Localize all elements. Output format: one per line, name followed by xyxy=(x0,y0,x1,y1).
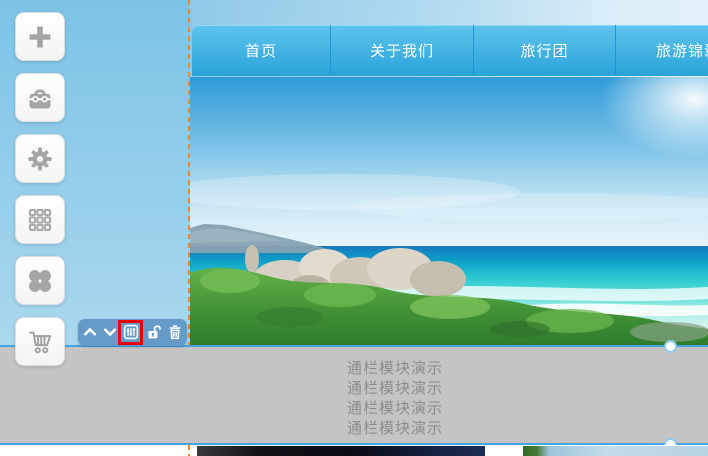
module-toolbar xyxy=(78,319,187,346)
nav-tab-tips[interactable]: 旅游锦囊 xyxy=(616,25,708,76)
content-image-dark[interactable] xyxy=(197,446,485,456)
move-down-button chevron-down-icon[interactable] xyxy=(101,323,119,341)
banner-demo-line: 通栏模块演示 xyxy=(190,359,600,379)
hero-banner-image[interactable] xyxy=(190,77,708,346)
fullwidth-banner-module[interactable]: 通栏模块演示 通栏模块演示 通栏模块演示 通栏模块演示 xyxy=(0,347,708,443)
shop-button[interactable] xyxy=(15,317,65,366)
grid-icon xyxy=(26,206,54,234)
page-boundary-guide xyxy=(188,445,190,456)
nav-tab-about[interactable]: 关于我们 xyxy=(331,25,474,76)
site-builder-editor: { "editor": { "sidebar_buttons": [ {"id"… xyxy=(0,0,708,456)
nav-tab-tours[interactable]: 旅行团 xyxy=(474,25,616,76)
cart-icon xyxy=(25,327,55,357)
banner-demo-line: 通栏模块演示 xyxy=(190,419,600,439)
module-settings-button sliders-icon[interactable] xyxy=(122,323,140,341)
unlock-button open-padlock-icon[interactable] xyxy=(145,323,163,341)
page-boundary-guide xyxy=(188,0,190,345)
lower-content-section xyxy=(0,445,708,456)
settings-button[interactable] xyxy=(15,134,65,183)
banner-demo-line: 通栏模块演示 xyxy=(190,399,600,419)
site-preview: 首页 关于我们 旅行团 旅游锦囊 xyxy=(190,0,708,346)
gear-icon xyxy=(26,145,54,173)
plus-icon xyxy=(26,23,54,51)
toolbox-icon xyxy=(26,84,54,112)
module-grid-button[interactable] xyxy=(15,195,65,244)
move-up-button chevron-up-icon[interactable] xyxy=(81,323,99,341)
add-module-button[interactable] xyxy=(15,12,65,61)
site-navbar: 首页 关于我们 旅行团 旅游锦囊 xyxy=(192,25,708,76)
delete-button trash-icon[interactable] xyxy=(166,323,184,341)
banner-demo-line: 通栏模块演示 xyxy=(190,379,600,399)
banner-demo-text: 通栏模块演示 通栏模块演示 通栏模块演示 通栏模块演示 xyxy=(190,359,600,439)
content-image-palm[interactable] xyxy=(523,446,708,456)
clover-icon xyxy=(26,267,54,295)
toolbox-button[interactable] xyxy=(15,73,65,122)
apps-button[interactable] xyxy=(15,256,65,305)
nav-tab-home[interactable]: 首页 xyxy=(192,25,331,76)
section-resize-handle[interactable] xyxy=(664,340,677,353)
